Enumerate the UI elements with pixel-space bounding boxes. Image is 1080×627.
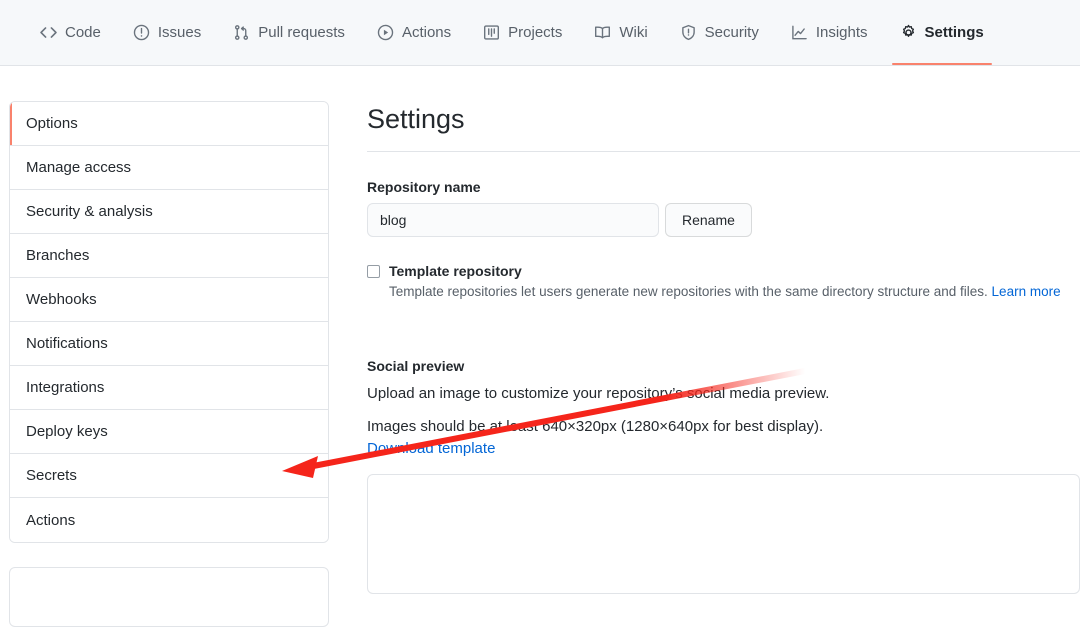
repo-nav-item-wiki[interactable]: Wiki — [578, 0, 663, 65]
template-repository-section: Template repository Template repositorie… — [367, 263, 1080, 299]
repository-name-label: Repository name — [367, 179, 1080, 195]
repo-nav-label: Pull requests — [258, 24, 345, 41]
title-divider — [367, 151, 1080, 152]
repo-nav-item-insights[interactable]: Insights — [775, 0, 884, 65]
sidebar-item-notifications[interactable]: Notifications — [10, 322, 328, 366]
sidebar-item-integrations[interactable]: Integrations — [10, 366, 328, 410]
sidebar-item-label: Notifications — [26, 335, 108, 352]
social-preview-title: Social preview — [367, 358, 1080, 374]
repository-name-input[interactable] — [367, 203, 659, 237]
template-repository-row: Template repository — [367, 263, 1080, 279]
sidebar-item-actions[interactable]: Actions — [10, 498, 328, 542]
repo-nav-label: Security — [705, 24, 759, 41]
settings-menu-card-secondary — [9, 567, 329, 627]
social-preview-line1: Upload an image to customize your reposi… — [367, 384, 1080, 404]
repo-nav-label: Code — [65, 24, 101, 41]
sidebar-item-label: Actions — [26, 512, 75, 529]
sidebar-item-webhooks[interactable]: Webhooks — [10, 278, 328, 322]
gear-icon — [900, 24, 917, 41]
social-preview-dropzone[interactable] — [367, 474, 1080, 594]
project-board-icon — [483, 24, 500, 41]
repo-nav-item-projects[interactable]: Projects — [467, 0, 578, 65]
repository-name-row: Rename — [367, 203, 1080, 237]
repo-nav-label: Settings — [925, 24, 984, 41]
sidebar-item-manage-access[interactable]: Manage access — [10, 146, 328, 190]
repo-nav-label: Wiki — [619, 24, 647, 41]
sidebar-item-deploy-keys[interactable]: Deploy keys — [10, 410, 328, 454]
graph-icon — [791, 24, 808, 41]
sidebar-item-label: Deploy keys — [26, 423, 108, 440]
sidebar-item-label: Security & analysis — [26, 203, 153, 220]
sidebar-item-branches[interactable]: Branches — [10, 234, 328, 278]
repo-nav-bar: Code Issues Pull requests Actions Projec — [0, 0, 1080, 66]
page-title: Settings — [367, 101, 1080, 151]
repo-nav-item-actions[interactable]: Actions — [361, 0, 467, 65]
sidebar-item-label: Secrets — [26, 467, 77, 484]
git-pull-request-icon — [233, 24, 250, 41]
sidebar-item-options[interactable]: Options — [10, 102, 328, 146]
download-template-link[interactable]: Download template — [367, 440, 495, 457]
play-icon — [377, 24, 394, 41]
settings-menu-card: Options Manage access Security & analysi… — [9, 101, 329, 543]
repo-nav-label: Actions — [402, 24, 451, 41]
repo-nav-item-security[interactable]: Security — [664, 0, 775, 65]
rename-button[interactable]: Rename — [665, 203, 752, 237]
template-repository-label: Template repository — [389, 263, 522, 279]
issue-opened-icon — [133, 24, 150, 41]
repo-nav-list: Code Issues Pull requests Actions Projec — [24, 0, 1000, 65]
social-preview-section: Social preview Upload an image to custom… — [367, 358, 1080, 594]
shield-icon — [680, 24, 697, 41]
learn-more-link[interactable]: Learn more — [992, 284, 1061, 299]
repo-nav-item-issues[interactable]: Issues — [117, 0, 217, 65]
template-repository-checkbox[interactable] — [367, 265, 380, 278]
sidebar-item-security-analysis[interactable]: Security & analysis — [10, 190, 328, 234]
template-repository-description: Template repositories let users generate… — [389, 284, 1080, 299]
repo-nav-label: Issues — [158, 24, 201, 41]
repo-nav-item-settings[interactable]: Settings — [884, 0, 1000, 65]
repo-nav-item-code[interactable]: Code — [24, 0, 117, 65]
code-icon — [40, 24, 57, 41]
sidebar-item-label: Branches — [26, 247, 89, 264]
sidebar-item-label: Options — [26, 115, 78, 132]
sidebar-item-secrets[interactable]: Secrets — [10, 454, 328, 498]
settings-sidebar: Options Manage access Security & analysi… — [9, 101, 329, 627]
repo-nav-label: Insights — [816, 24, 868, 41]
sidebar-item-label: Webhooks — [26, 291, 97, 308]
repo-nav-label: Projects — [508, 24, 562, 41]
book-icon — [594, 24, 611, 41]
settings-content: Settings Repository name Rename Template… — [367, 101, 1080, 594]
template-repository-description-text: Template repositories let users generate… — [389, 284, 988, 299]
sidebar-item-label: Manage access — [26, 159, 131, 176]
sidebar-item-label: Integrations — [26, 379, 104, 396]
social-preview-line2: Images should be at least 640×320px (128… — [367, 417, 1080, 437]
repo-nav-item-pull-requests[interactable]: Pull requests — [217, 0, 361, 65]
